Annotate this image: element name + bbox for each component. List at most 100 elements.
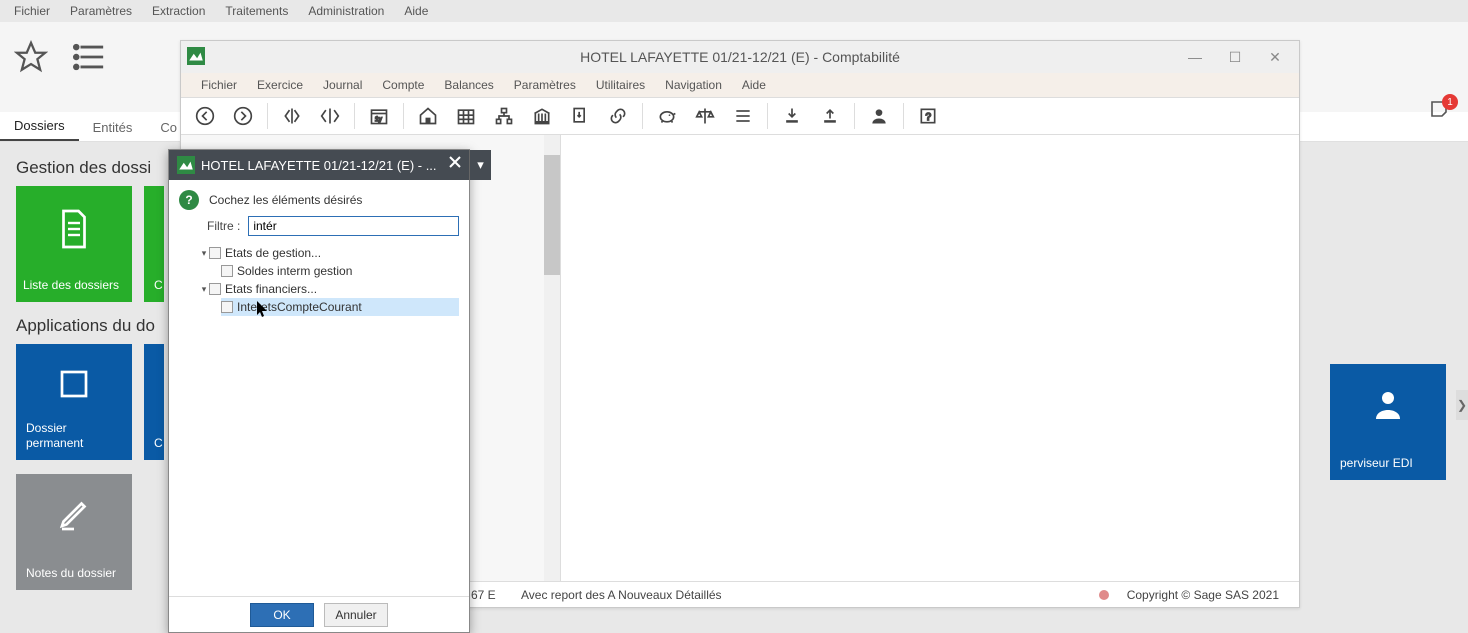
tree: ▾ Etats de gestion... Soldes interm gest… <box>199 244 459 316</box>
menu-traitements[interactable]: Traitements <box>215 2 298 20</box>
forward-icon[interactable] <box>227 100 259 132</box>
link-icon[interactable] <box>602 100 634 132</box>
notification-badge: 1 <box>1442 94 1458 110</box>
child-menu-utilitaires[interactable]: Utilitaires <box>586 76 655 94</box>
upload-icon[interactable] <box>814 100 846 132</box>
checkbox[interactable] <box>221 265 233 277</box>
panel-right <box>561 135 1299 581</box>
child-menu-aide[interactable]: Aide <box>732 76 776 94</box>
tile-label: Notes du dossier <box>16 566 132 580</box>
child-menu-navigation[interactable]: Navigation <box>655 76 732 94</box>
tile-superviseur-edi[interactable]: perviseur EDI <box>1330 364 1446 480</box>
modal-title-bar[interactable]: HOTEL LAFAYETTE 01/21-12/21 (E) - ... ▾ <box>169 150 469 180</box>
hierarchy-icon[interactable] <box>488 100 520 132</box>
child-window-title: HOTEL LAFAYETTE 01/21-12/21 (E) - Compta… <box>580 49 900 65</box>
tile-label: Liste des dossiers <box>16 278 132 292</box>
close-button[interactable]: ✕ <box>1255 41 1295 73</box>
modal-dialog: HOTEL LAFAYETTE 01/21-12/21 (E) - ... ▾ … <box>168 149 470 633</box>
expand-horizontal-icon[interactable] <box>314 100 346 132</box>
tab-dossiers[interactable]: Dossiers <box>0 112 79 141</box>
list-lines-icon[interactable] <box>727 100 759 132</box>
minimize-button[interactable]: — <box>1175 41 1215 73</box>
building-icon <box>56 366 92 405</box>
filter-input[interactable] <box>248 216 459 236</box>
user-icon[interactable] <box>863 100 895 132</box>
star-icon[interactable] <box>14 40 48 79</box>
document-arrow-icon[interactable] <box>564 100 596 132</box>
child-menu-fichier[interactable]: Fichier <box>191 76 247 94</box>
menu-fichier[interactable]: Fichier <box>4 2 60 20</box>
main-menu: Fichier Paramètres Extraction Traitement… <box>0 0 1468 22</box>
tile-notes-dossier[interactable]: Notes du dossier <box>16 474 132 590</box>
tile-label: perviseur EDI <box>1330 456 1446 470</box>
maximize-button[interactable]: ☐ <box>1215 41 1255 73</box>
tree-node-etats-gestion[interactable]: ▾ Etats de gestion... <box>199 244 459 262</box>
chevron-down-icon[interactable]: ▾ <box>199 248 209 259</box>
document-icon <box>56 208 92 253</box>
app-logo-icon <box>177 156 195 174</box>
tree-node-soldes-interm[interactable]: Soldes interm gestion <box>221 262 459 280</box>
tile-c-green[interactable]: C <box>144 186 164 302</box>
svg-text:?: ? <box>926 112 932 123</box>
menu-administration[interactable]: Administration <box>298 2 394 20</box>
person-icon <box>1370 386 1406 425</box>
tile-label: Dossier permanent <box>16 421 132 450</box>
ok-button[interactable]: OK <box>250 603 314 627</box>
download-icon[interactable] <box>776 100 808 132</box>
chevron-down-icon[interactable]: ▾ <box>469 150 491 180</box>
checkbox[interactable] <box>221 301 233 313</box>
modal-body: ? Cochez les éléments désirés Filtre : ▾… <box>169 180 469 596</box>
tile-c-blue[interactable]: C <box>144 344 164 460</box>
tile-dossier-permanent[interactable]: Dossier permanent <box>16 344 132 460</box>
child-menu-journal[interactable]: Journal <box>313 76 372 94</box>
svg-text:1y: 1y <box>375 116 383 123</box>
menu-aide[interactable]: Aide <box>394 2 438 20</box>
child-menu-compte[interactable]: Compte <box>372 76 434 94</box>
tree-node-interets-compte-courant[interactable]: InteretsCompteCourant <box>221 298 459 316</box>
close-icon[interactable] <box>447 154 463 173</box>
tile-label: C <box>144 278 164 292</box>
pig-icon[interactable] <box>651 100 683 132</box>
help-icon[interactable]: ? <box>912 100 944 132</box>
expand-right-icon[interactable]: ❯ <box>1456 390 1468 420</box>
calendar-icon[interactable]: 1y <box>363 100 395 132</box>
child-menu: Fichier Exercice Journal Compte Balances… <box>181 73 1299 97</box>
app-logo-icon <box>187 47 205 65</box>
child-menu-balances[interactable]: Balances <box>434 76 503 94</box>
tree-label: Etats de gestion... <box>225 246 321 260</box>
status-report: Avec report des A Nouveaux Détaillés <box>521 588 722 602</box>
tab-entites[interactable]: Entités <box>79 114 147 141</box>
list-icon[interactable] <box>72 40 106 79</box>
child-toolbar: 1y ? <box>181 97 1299 135</box>
notification-icon[interactable]: 1 <box>1428 98 1454 124</box>
status-code: 67 E <box>471 588 496 602</box>
tree-label: Etats financiers... <box>225 282 317 296</box>
filter-label: Filtre : <box>207 219 240 233</box>
status-copyright: Copyright © Sage SAS 2021 <box>1127 588 1279 602</box>
modal-buttons: OK Annuler <box>169 596 469 632</box>
cancel-button[interactable]: Annuler <box>324 603 388 627</box>
modal-instruction: Cochez les éléments désirés <box>209 193 362 207</box>
tree-label: Soldes interm gestion <box>237 264 352 278</box>
tree-label: InteretsCompteCourant <box>237 300 362 314</box>
tile-label: C <box>144 436 164 450</box>
tree-node-etats-financiers[interactable]: ▾ Etats financiers... <box>199 280 459 298</box>
scrollbar[interactable] <box>544 135 560 581</box>
child-window-title-bar: HOTEL LAFAYETTE 01/21-12/21 (E) - Compta… <box>181 41 1299 73</box>
tile-liste-dossiers[interactable]: Liste des dossiers <box>16 186 132 302</box>
menu-extraction[interactable]: Extraction <box>142 2 215 20</box>
checkbox[interactable] <box>209 283 221 295</box>
collapse-horizontal-icon[interactable] <box>276 100 308 132</box>
modal-title: HOTEL LAFAYETTE 01/21-12/21 (E) - ... <box>201 158 437 173</box>
chevron-down-icon[interactable]: ▾ <box>199 284 209 295</box>
menu-parametres[interactable]: Paramètres <box>60 2 142 20</box>
home-icon[interactable] <box>412 100 444 132</box>
balance-icon[interactable] <box>689 100 721 132</box>
bank-icon[interactable] <box>526 100 558 132</box>
child-menu-parametres[interactable]: Paramètres <box>504 76 586 94</box>
child-menu-exercice[interactable]: Exercice <box>247 76 313 94</box>
back-icon[interactable] <box>189 100 221 132</box>
grid-icon[interactable] <box>450 100 482 132</box>
checkbox[interactable] <box>209 247 221 259</box>
pencil-icon <box>56 496 92 535</box>
